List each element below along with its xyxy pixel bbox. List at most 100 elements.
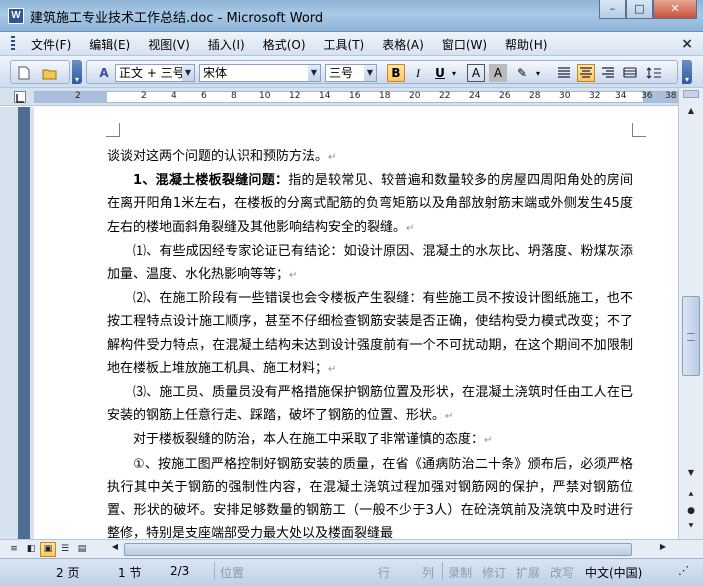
toolbar-overflow-chevron[interactable]: ▾ <box>682 60 692 84</box>
chevron-down-icon[interactable]: ▼ <box>308 65 320 81</box>
document-close-button[interactable]: × <box>681 36 693 52</box>
horizontal-ruler[interactable]: 2 2 4 6 8 10 12 14 16 18 20 22 24 26 28 … <box>34 91 678 103</box>
paragraph[interactable]: ①、按施工图严格控制好钢筋安装的质量，在省《通病防治二十条》颁布后，必须严格执行… <box>107 453 633 539</box>
italic-button[interactable]: I <box>409 64 427 82</box>
standard-toolbar-band <box>10 60 70 84</box>
line-spacing-icon[interactable] <box>645 64 663 82</box>
status-position[interactable]: 位置 <box>220 564 244 581</box>
font-size-combo[interactable]: 三号 ▼ <box>325 64 377 82</box>
align-center-icon[interactable] <box>577 64 595 82</box>
scroll-up-icon[interactable]: ▲ <box>683 106 699 122</box>
paragraph[interactable]: ⑶、施工员、质量员没有严格措施保护钢筋位置及形状，在混凝土浇筑时任由工人在已安装… <box>107 381 633 428</box>
style-combo[interactable]: 正文 + 三号 ▼ <box>115 64 195 82</box>
open-folder-icon[interactable] <box>41 64 59 82</box>
scroll-down-icon[interactable]: ▼ <box>683 468 699 484</box>
maximize-button[interactable]: □ <box>626 0 653 19</box>
menu-help[interactable]: 帮助(H) <box>496 36 556 53</box>
styles-pane-icon[interactable]: A <box>95 64 113 82</box>
paragraph[interactable]: 对于楼板裂缝的防治，本人在施工中采取了非常谨慎的态度：↵ <box>107 428 633 452</box>
vertical-ruler[interactable] <box>0 107 34 539</box>
ruler-number: 12 <box>289 91 301 101</box>
paragraph[interactable]: 谈谈对这两个问题的认识和预防方法。↵ <box>107 145 633 169</box>
menu-view[interactable]: 视图(V) <box>139 36 199 53</box>
vertical-scroll-thumb[interactable] <box>682 296 700 376</box>
status-separator <box>442 562 443 580</box>
new-document-icon[interactable] <box>15 64 33 82</box>
status-language[interactable]: 中文(中国) <box>585 564 642 581</box>
web-view-icon[interactable]: ◧ <box>23 542 39 557</box>
select-browse-object-icon[interactable]: ● <box>683 506 699 520</box>
menu-window[interactable]: 窗口(W) <box>433 36 496 53</box>
character-border-button[interactable]: A <box>467 64 485 82</box>
previous-page-icon[interactable]: ⯅ <box>683 490 699 504</box>
tab-stop-selector[interactable] <box>14 91 26 103</box>
status-page-count[interactable]: 2/3 <box>170 564 189 578</box>
normal-view-icon[interactable]: ≡ <box>6 542 22 557</box>
document-text[interactable]: 谈谈对这两个问题的认识和预防方法。↵ 1、混凝土楼板裂缝问题：指的是较常见、较普… <box>107 145 633 539</box>
ruler-number: 32 <box>589 91 601 101</box>
underline-button[interactable]: U <box>431 64 449 82</box>
reading-view-icon[interactable]: ▤ <box>74 542 90 557</box>
paragraph[interactable]: ⑴、有些成因经专家论证已有结论：如设计原因、混凝土的水灰比、坍落度、粉煤灰添加量… <box>107 240 633 287</box>
paragraph[interactable]: 1、混凝土楼板裂缝问题：指的是较常见、较普遍和数量较多的房屋四周阳角处的房间在离… <box>107 169 633 240</box>
ruler-number: 6 <box>201 91 207 101</box>
font-combo[interactable]: 宋体 ▼ <box>199 64 321 82</box>
menu-file[interactable]: 文件(F) <box>22 36 80 53</box>
status-track-changes[interactable]: 修订 <box>482 564 506 581</box>
menu-table[interactable]: 表格(A) <box>373 36 433 53</box>
ruler-number: 2 <box>141 91 147 101</box>
print-layout-view-icon[interactable]: ▣ <box>40 542 56 557</box>
chevron-down-icon[interactable]: ▼ <box>364 65 376 81</box>
style-value: 正文 + 三号 <box>119 66 185 80</box>
vertical-scrollbar[interactable]: ▲ ▼ ⯅ ● ⯆ <box>678 88 703 539</box>
chevron-down-icon[interactable]: ▼ <box>182 65 194 81</box>
font-value: 宋体 <box>203 66 228 80</box>
status-column[interactable]: 列 <box>422 564 434 581</box>
word-app-icon[interactable]: W <box>8 8 24 24</box>
align-right-icon[interactable] <box>599 64 617 82</box>
menu-edit[interactable]: 编辑(E) <box>80 36 139 53</box>
menu-insert[interactable]: 插入(I) <box>199 36 254 53</box>
menu-tools[interactable]: 工具(T) <box>315 36 374 53</box>
next-page-icon[interactable]: ⯆ <box>683 522 699 536</box>
scroll-left-icon[interactable]: ◀ <box>108 542 122 557</box>
distributed-align-icon[interactable] <box>621 64 639 82</box>
status-extend[interactable]: 扩展 <box>516 564 540 581</box>
paragraph-text: ①、按施工图严格控制好钢筋安装的质量，在省《通病防治二十条》颁布后，必须严格执行… <box>107 456 633 539</box>
menu-grip-handle[interactable] <box>11 36 15 52</box>
scroll-right-icon[interactable]: ▶ <box>656 542 670 557</box>
document-area[interactable]: 谈谈对这两个问题的认识和预防方法。↵ 1、混凝土楼板裂缝问题：指的是较常见、较普… <box>34 107 678 539</box>
bold-button[interactable]: B <box>387 64 405 82</box>
minimize-button[interactable]: – <box>599 0 626 19</box>
status-page[interactable]: 2 页 <box>56 564 79 581</box>
chevron-down-icon[interactable]: ▾ <box>449 64 459 82</box>
pilcrow-mark: ↵ <box>484 435 493 447</box>
status-overtype[interactable]: 改写 <box>550 564 574 581</box>
chevron-down-icon[interactable]: ▾ <box>533 64 543 82</box>
ruler-number: 30 <box>559 91 571 101</box>
split-box[interactable] <box>683 90 699 98</box>
horizontal-scrollbar[interactable]: ≡ ◧ ▣ ☰ ▤ ◀ ▶ <box>0 539 703 558</box>
document-page[interactable]: 谈谈对这两个问题的认识和预防方法。↵ 1、混凝土楼板裂缝问题：指的是较常见、较普… <box>48 107 664 539</box>
horizontal-scroll-thumb[interactable] <box>124 543 632 556</box>
status-section[interactable]: 1 节 <box>118 564 141 581</box>
menu-format[interactable]: 格式(O) <box>254 36 315 53</box>
character-shading-button[interactable]: A <box>489 64 507 82</box>
left-margin-area[interactable] <box>35 92 107 102</box>
highlight-icon[interactable]: ✎ <box>513 64 531 82</box>
align-justify-icon[interactable] <box>555 64 573 82</box>
close-button[interactable]: ✕ <box>653 0 697 19</box>
resize-grip-icon[interactable]: ⋰ <box>678 564 689 577</box>
ruler-number: 2 <box>75 91 81 101</box>
ruler-number: 38 <box>665 91 677 101</box>
paragraph[interactable]: ⑵、在施工阶段有一些错误也会令楼板产生裂缝：有些施工员不按设计图纸施工，也不按工… <box>107 287 633 381</box>
status-record[interactable]: 录制 <box>448 564 472 581</box>
toolbar-overflow-chevron[interactable]: ▾ <box>72 60 82 84</box>
horizontal-scroll-track[interactable] <box>124 543 654 556</box>
formatting-toolbar: ▾ A 正文 + 三号 ▼ 宋体 ▼ 三号 ▼ B I U ▾ A A ✎ ▾ <box>0 56 703 88</box>
status-line[interactable]: 行 <box>378 564 390 581</box>
outline-view-icon[interactable]: ☰ <box>57 542 73 557</box>
ruler-number: 36 <box>641 91 653 101</box>
title-bar: W 建筑施工专业技术工作总结.doc - Microsoft Word – □ … <box>0 0 703 32</box>
ruler-number: 26 <box>499 91 511 101</box>
